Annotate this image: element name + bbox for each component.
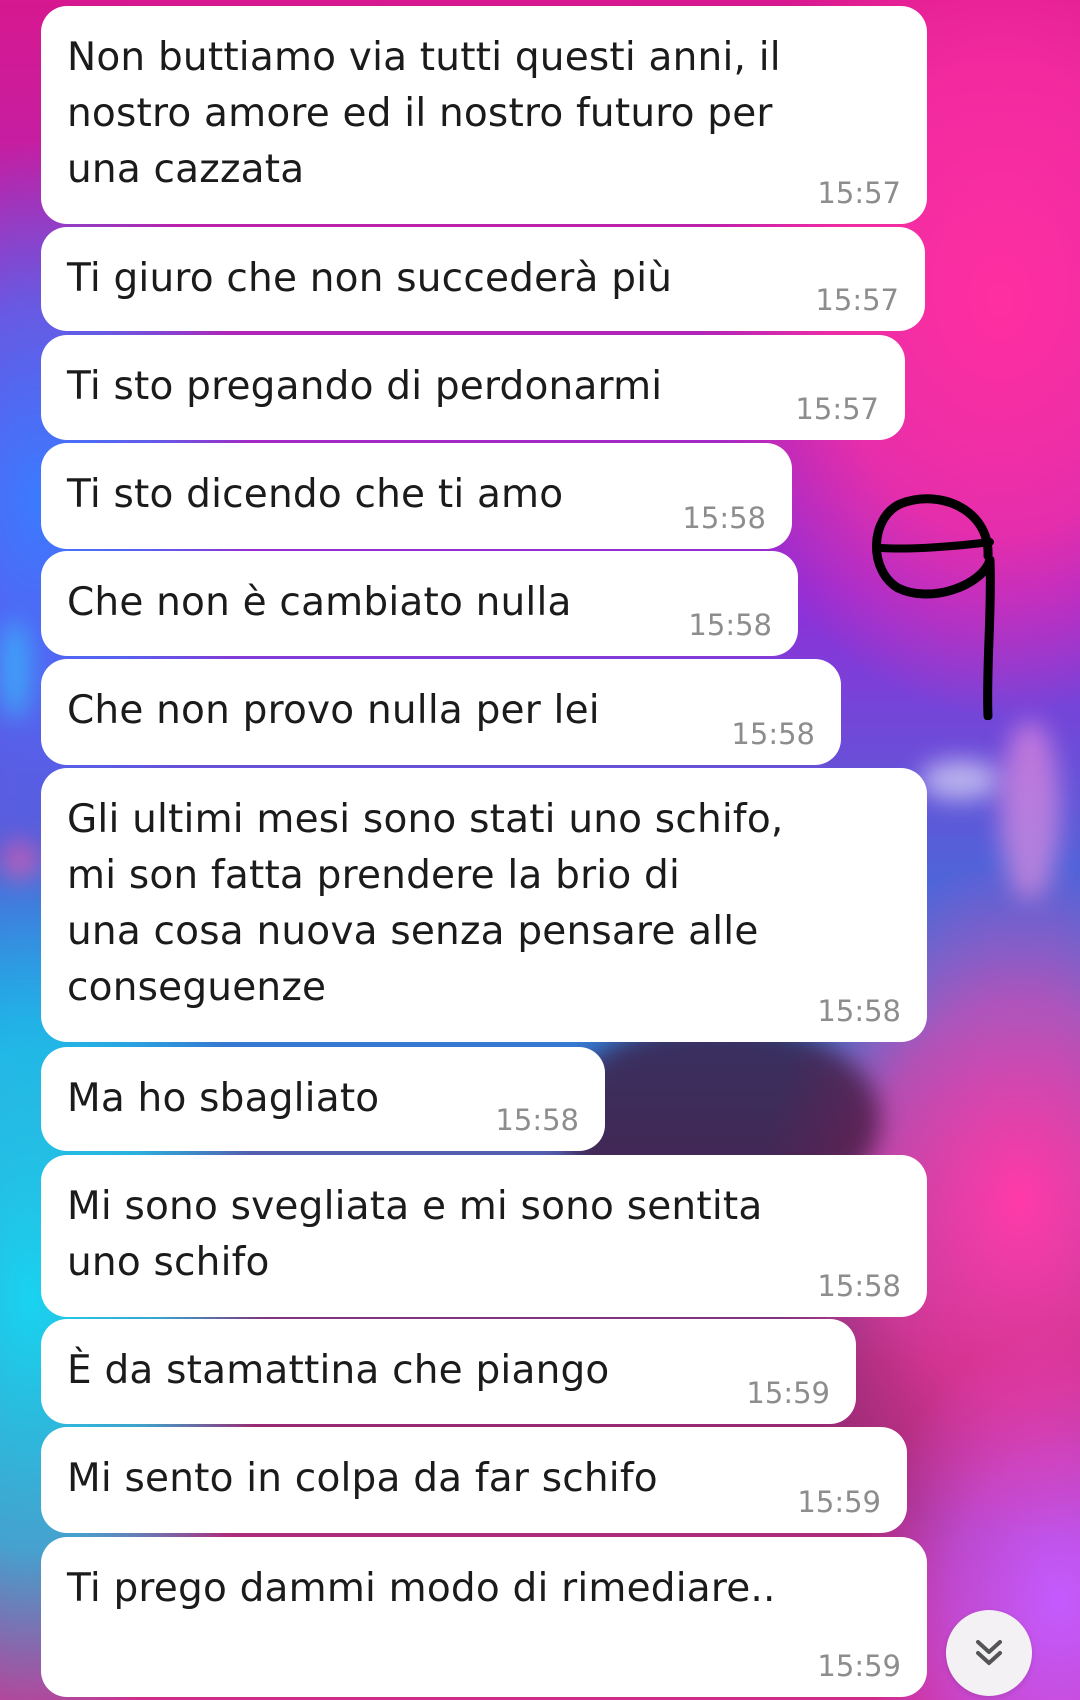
background-light: [1000, 720, 1060, 900]
message-timestamp: 15:58: [495, 1103, 579, 1137]
message-timestamp: 15:58: [688, 608, 772, 642]
message-text: Gli ultimi mesi sono stati uno schifo, m…: [67, 797, 784, 1010]
message-bubble[interactable]: Ti giuro che non succederà più 15:57: [41, 227, 925, 331]
message-bubble[interactable]: Che non provo nulla per lei 15:58: [41, 659, 841, 765]
message-timestamp: 15:58: [817, 1269, 901, 1303]
message-timestamp: 15:59: [817, 1649, 901, 1683]
background-light: [0, 620, 30, 720]
message-timestamp: 15:57: [817, 176, 901, 210]
message-bubble[interactable]: Non buttiamo via tutti questi anni, il n…: [41, 6, 927, 224]
message-timestamp: 15:59: [746, 1376, 830, 1410]
message-bubble[interactable]: Ti sto pregando di perdonarmi 15:57: [41, 335, 905, 440]
message-text: Ti sto pregando di perdonarmi: [67, 364, 663, 409]
message-text: Non buttiamo via tutti questi anni, il n…: [67, 35, 781, 192]
message-text: Che non provo nulla per lei: [67, 688, 600, 733]
background-light: [0, 840, 40, 880]
message-timestamp: 15:59: [797, 1485, 881, 1519]
message-timestamp: 15:57: [795, 392, 879, 426]
message-bubble[interactable]: Mi sono svegliata e mi sono sentita uno …: [41, 1155, 927, 1317]
message-text: Che non è cambiato nulla: [67, 580, 572, 625]
message-text: Ti prego dammi modo di rimediare..: [67, 1566, 776, 1611]
message-text: Mi sono svegliata e mi sono sentita uno …: [67, 1184, 763, 1285]
message-text: È da stamattina che piango: [67, 1348, 610, 1393]
scroll-to-bottom-button[interactable]: [946, 1610, 1032, 1696]
message-text: Ti sto dicendo che ti amo: [67, 472, 564, 517]
message-bubble[interactable]: Ti sto dicendo che ti amo 15:58: [41, 443, 792, 549]
message-timestamp: 15:58: [682, 501, 766, 535]
message-timestamp: 15:58: [817, 994, 901, 1028]
message-timestamp: 15:58: [731, 717, 815, 751]
message-bubble[interactable]: Ma ho sbagliato 15:58: [41, 1047, 605, 1151]
message-bubble[interactable]: È da stamattina che piango 15:59: [41, 1319, 856, 1424]
background-light: [920, 760, 1000, 800]
message-timestamp: 15:57: [815, 283, 899, 317]
message-text: Ti giuro che non succederà più: [67, 256, 673, 301]
message-bubble[interactable]: Mi sento in colpa da far schifo 15:59: [41, 1427, 907, 1533]
message-bubble[interactable]: Che non è cambiato nulla 15:58: [41, 551, 798, 656]
message-text: Mi sento in colpa da far schifo: [67, 1456, 658, 1501]
handwritten-scribble-icon: [872, 494, 995, 720]
message-text: Ma ho sbagliato: [67, 1076, 380, 1121]
message-bubble[interactable]: Ti prego dammi modo di rimediare.. 15:59: [41, 1537, 927, 1697]
message-bubble[interactable]: Gli ultimi mesi sono stati uno schifo, m…: [41, 768, 927, 1042]
double-chevron-down-icon: [976, 1640, 1002, 1665]
